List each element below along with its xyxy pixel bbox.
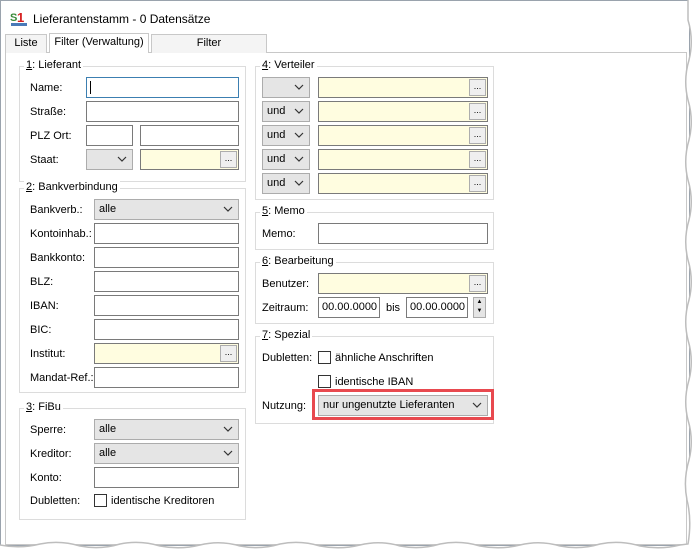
torn-edge-decoration — [0, 0, 699, 554]
